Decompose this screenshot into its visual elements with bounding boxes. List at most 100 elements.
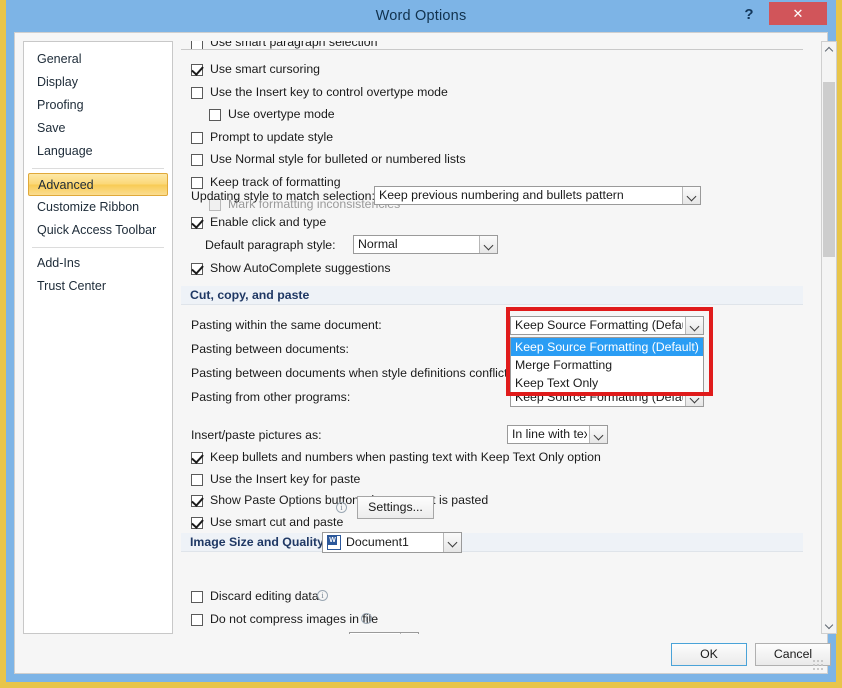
sidebar-item-label: Display <box>37 75 78 89</box>
options-dialog: General Display Proofing Save Language Advanc… <box>14 32 837 674</box>
sidebar-item-save[interactable]: Save <box>28 117 168 140</box>
checkbox-label: Do not compress images in file <box>210 612 379 626</box>
chevron-down-icon <box>589 426 607 443</box>
checkbox-label: Use smart cut and paste <box>210 515 344 529</box>
checkbox-enable-click-type[interactable] <box>191 217 203 229</box>
checkbox-prompt-to-update-style[interactable] <box>191 132 203 144</box>
word-document-icon <box>327 535 341 550</box>
checkbox-use-the-insert-key-for-paste[interactable] <box>191 474 203 486</box>
sidebar: General Display Proofing Save Language Advanc… <box>23 41 173 634</box>
updating-style-value: Keep previous numbering and bullets patt… <box>379 188 624 202</box>
sidebar-item-label: Advanced <box>38 178 94 192</box>
sidebar-item-label: General <box>37 52 82 66</box>
insert-pictures-value: In line with text <box>512 427 587 441</box>
sidebar-divider <box>32 168 164 169</box>
sidebar-item-label: Add-Ins <box>37 256 81 270</box>
checkbox-show-paste-options-button-when-content-i[interactable] <box>191 495 203 507</box>
paste-row-label-text: Pasting between documents: <box>191 342 349 356</box>
sidebar-item-general[interactable]: General <box>28 48 168 71</box>
sidebar-item-label: Proofing <box>37 98 84 112</box>
image-document-combo[interactable]: Document1 <box>322 532 462 553</box>
settings-pane-inner: Use smart paragraph selection Use smart … <box>181 41 803 634</box>
info-icon[interactable]: i <box>317 590 328 601</box>
settings-button[interactable]: Settings... <box>357 496 434 519</box>
sidebar-item-label: Quick Access Toolbar <box>37 223 157 237</box>
checkbox-do-not-compress-images-in-file[interactable] <box>191 614 203 626</box>
checkbox-label: Use smart cursoring <box>210 62 321 76</box>
sidebar-item-add-ins[interactable]: Add-Ins <box>28 252 168 275</box>
scroll-up-arrow-icon[interactable] <box>822 42 836 57</box>
ok-button[interactable]: OK <box>671 643 747 666</box>
insert-pictures-combo[interactable]: In line with text <box>507 425 608 444</box>
checkbox-label: Prompt to update style <box>210 130 334 144</box>
checkbox-label: Use the Insert key to control overtype m… <box>210 85 448 99</box>
screen: Word Options ? ✕ General Display Proofing S… <box>0 0 842 688</box>
sidebar-item-advanced[interactable]: Advanced <box>28 173 168 196</box>
target-output-combo[interactable]: 220 ppi <box>349 632 419 634</box>
sidebar-item-display[interactable]: Display <box>28 71 168 94</box>
sidebar-item-language[interactable]: Language <box>28 140 168 163</box>
paste-section-header: Cut, copy, and paste <box>181 286 803 305</box>
paste-row-label-text: Pasting from other programs: <box>191 390 351 404</box>
enable-click-type-label: Enable click and type <box>210 215 327 229</box>
paste-row-label-text: Pasting within the same document: <box>191 318 382 332</box>
image-document-value: Document1 <box>346 535 409 549</box>
paste-row-label-text: Pasting between documents when style def… <box>191 366 511 380</box>
vertical-scrollbar[interactable] <box>821 41 837 634</box>
checkbox-label: Keep bullets and numbers when pasting te… <box>210 450 601 464</box>
paste-section-heading: Cut, copy, and paste <box>190 288 310 302</box>
sidebar-item-label: Language <box>37 144 93 158</box>
paste-row-combo[interactable]: Keep Source Formatting (Default) <box>510 316 704 335</box>
checkbox-use-normal-style-for-bulleted-or-numbere[interactable] <box>191 154 203 166</box>
sidebar-item-trust-center[interactable]: Trust Center <box>28 275 168 298</box>
info-icon[interactable]: i <box>336 502 347 513</box>
checkbox-use-smart-cursoring[interactable] <box>191 64 203 76</box>
checkbox-label: Show Paste Options button when content i… <box>210 493 489 507</box>
checkbox-discard-editing-data[interactable] <box>191 591 203 603</box>
title-bar: Word Options ? ✕ <box>6 0 836 32</box>
target-output-value: 220 ppi <box>354 633 398 634</box>
paste-row-label: Pasting from other programs: <box>191 390 350 404</box>
paste-within-dropdown-list[interactable]: Keep Source Formatting (Default) Merge Fo… <box>510 337 704 393</box>
resize-grip[interactable] <box>812 659 824 671</box>
sidebar-item-proofing[interactable]: Proofing <box>28 94 168 117</box>
paste-row-value: Keep Source Formatting (Default) <box>515 318 683 332</box>
insert-pictures-label: Insert/paste pictures as: <box>191 428 322 442</box>
sidebar-item-label: Customize Ribbon <box>37 200 140 214</box>
scroll-down-arrow-icon[interactable] <box>822 618 836 633</box>
info-icon[interactable]: i <box>361 613 372 624</box>
checkbox-use-overtype-mode[interactable] <box>209 109 221 121</box>
default-paragraph-combo[interactable]: Normal <box>353 235 498 254</box>
window-title: Word Options <box>375 8 467 24</box>
dropdown-option[interactable]: Keep Source Formatting (Default) <box>511 338 703 356</box>
window-frame: Word Options ? ✕ General Display Proofing S… <box>6 0 837 682</box>
updating-style-label: Updating style to match selection: <box>191 189 375 203</box>
paste-row-label: Pasting between documents when style def… <box>191 366 511 380</box>
image-section-header: Image Size and Quality <box>181 533 803 552</box>
dropdown-option[interactable]: Keep Text Only <box>511 374 703 392</box>
updating-style-combo[interactable]: Keep previous numbering and bullets patt… <box>374 186 701 205</box>
sidebar-divider <box>32 247 164 248</box>
checkbox-label: Use overtype mode <box>228 107 335 121</box>
image-section-heading: Image Size and Quality <box>190 535 324 549</box>
help-icon[interactable]: ? <box>736 2 762 28</box>
sidebar-item-customize-ribbon[interactable]: Customize Ribbon <box>28 196 168 219</box>
chevron-down-icon <box>400 633 418 634</box>
close-icon[interactable]: ✕ <box>769 2 827 25</box>
checkbox-keep-bullets-and-numbers-when-pasting-te[interactable] <box>191 452 203 464</box>
checkbox-use-the-insert-key-to-control-overtype-m[interactable] <box>191 87 203 99</box>
checkbox-label: Keep track of formatting <box>210 175 341 189</box>
checkbox-keep-track-of-formatting[interactable] <box>191 177 203 189</box>
chevron-down-icon <box>479 236 497 253</box>
sidebar-item-label: Trust Center <box>37 279 107 293</box>
checkbox-clipped-label: Use smart paragraph selection <box>210 41 378 49</box>
checkbox-autocomplete[interactable] <box>191 263 203 275</box>
sidebar-item-quick-access-toolbar[interactable]: Quick Access Toolbar <box>28 219 168 242</box>
autocomplete-label: Show AutoComplete suggestions <box>210 261 391 275</box>
chevron-down-icon <box>685 317 703 334</box>
checkbox-use-smart-cut-and-paste[interactable] <box>191 517 203 529</box>
scrollbar-thumb[interactable] <box>823 82 835 257</box>
sidebar-item-label: Save <box>37 121 66 135</box>
dropdown-option[interactable]: Merge Formatting <box>511 356 703 374</box>
settings-pane: Use smart paragraph selection Use smart … <box>181 41 821 634</box>
